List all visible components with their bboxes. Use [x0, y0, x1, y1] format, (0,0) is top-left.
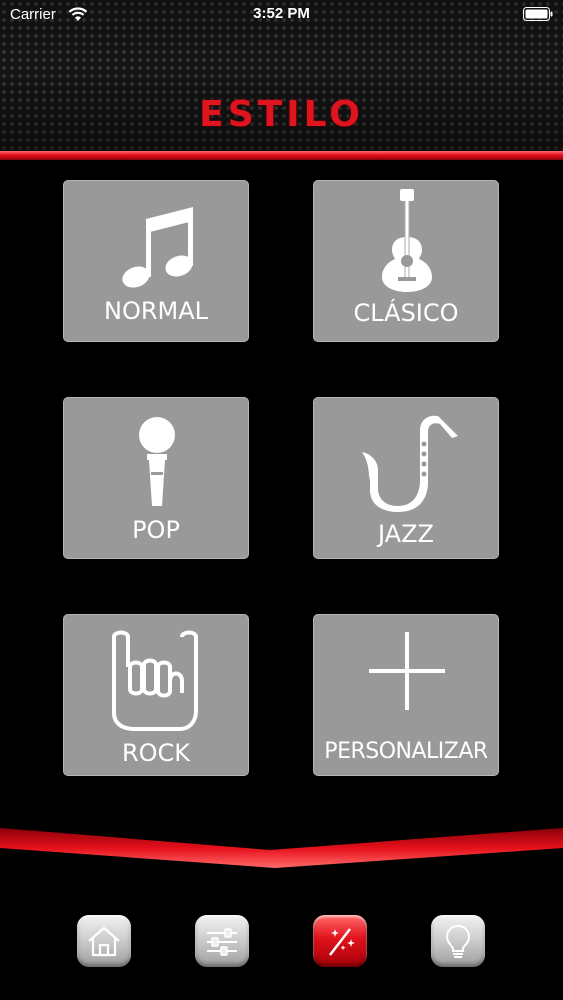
style-tile-clasico[interactable]: CLÁSICO — [313, 180, 499, 342]
microphone-icon — [139, 417, 175, 506]
saxophone-icon — [362, 415, 458, 512]
sliders-icon — [207, 928, 237, 956]
status-bar: Carrier 3:52 PM — [0, 0, 563, 30]
style-label-personalizar: PERSONALIZAR — [324, 739, 488, 764]
style-label-jazz: JAZZ — [378, 520, 434, 548]
status-time: 3:52 PM — [253, 5, 310, 22]
tab-home[interactable] — [77, 915, 131, 967]
tab-bar — [0, 880, 563, 1000]
music-note-icon — [122, 207, 193, 288]
tab-equalizer[interactable] — [195, 915, 249, 967]
style-tile-jazz[interactable]: JAZZ — [313, 397, 499, 559]
tab-light[interactable] — [431, 915, 485, 967]
battery-icon — [523, 7, 553, 21]
magic-wand-icon — [329, 928, 355, 956]
style-tile-personalizar[interactable]: PERSONALIZAR — [313, 614, 499, 776]
style-tile-rock[interactable]: ROCK — [63, 614, 249, 776]
tab-style[interactable] — [313, 915, 367, 967]
style-label-pop: POP — [132, 516, 180, 544]
home-icon — [88, 926, 120, 957]
guitar-icon — [382, 189, 432, 292]
rock-hand-icon — [112, 630, 198, 731]
style-label-clasico: CLÁSICO — [353, 299, 459, 327]
style-label-rock: ROCK — [121, 739, 191, 767]
style-tile-normal[interactable]: NORMAL — [63, 180, 249, 342]
style-tile-pop[interactable]: POP — [63, 397, 249, 559]
light-bulb-icon — [445, 924, 471, 958]
plus-icon — [369, 632, 445, 710]
bottom-decoration — [0, 828, 563, 868]
style-label-normal: NORMAL — [103, 297, 208, 325]
page-title: ESTILO — [199, 94, 364, 135]
